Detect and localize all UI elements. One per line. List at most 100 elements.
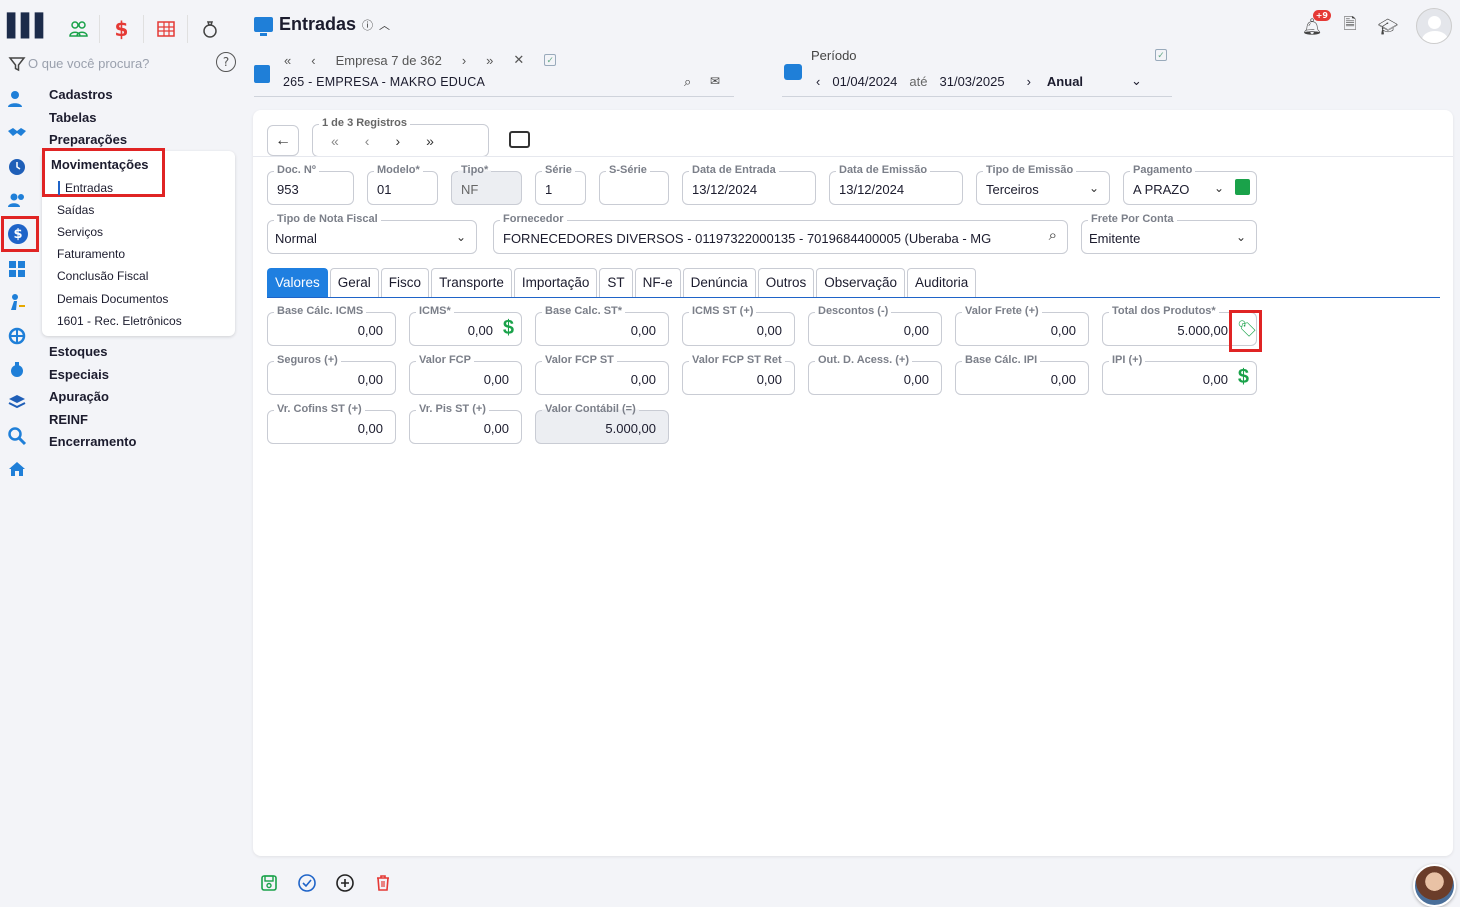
search-icon[interactable]: ⌕ [1049,227,1057,244]
submenu-entradas[interactable]: Entradas [58,181,113,195]
menu-encerramento[interactable]: Encerramento [49,431,136,454]
company-name[interactable]: 265 - EMPRESA - MAKRO EDUCA [283,75,485,89]
tab-transporte[interactable]: Transporte [431,268,512,297]
icms-field[interactable]: ICMS* 0,00 $ [409,305,522,346]
descontos-field[interactable]: Descontos (-) 0,00 [808,305,942,346]
base-calc-st-field[interactable]: Base Calc. ST* 0,00 [535,305,669,346]
menu-estoques[interactable]: Estoques [49,341,136,364]
data-emissao-field[interactable]: Data de Emissão 13/12/2024 [829,164,963,205]
dollar-icon[interactable]: $ [503,317,514,340]
tab-outros[interactable]: Outros [757,268,815,297]
data-entrada-field[interactable]: Data de Entrada 13/12/2024 [682,164,816,205]
bell-icon[interactable]: 🔔︎ +9 [1302,10,1331,36]
menu-movimentacoes[interactable]: Movimentações [51,157,149,172]
company-checkbox[interactable]: ✓ [544,54,557,66]
back-button[interactable]: ← [267,125,299,156]
ipi-field[interactable]: IPI (+) 0,00 $ [1102,354,1257,395]
icms-st-field[interactable]: ICMS ST (+) 0,00 [682,305,795,346]
next-company-icon[interactable]: › [462,53,466,68]
money-bag-icon[interactable] [5,357,29,381]
chevron-down-icon[interactable]: ⌄ [1131,73,1142,89]
next-period-icon[interactable]: › [1027,74,1031,89]
calculator-icon[interactable] [5,257,29,281]
menu-reinf[interactable]: REINF [49,409,136,432]
tab-observacao[interactable]: Observação [816,268,906,297]
search-icon[interactable]: ⌕ [684,74,691,90]
support-chat-avatar[interactable] [1413,864,1456,907]
frete-select[interactable]: Frete Por Conta Emitente ⌄ [1081,213,1257,254]
clock-icon[interactable] [5,155,29,179]
help-icon[interactable]: ? [216,52,236,72]
menu-tabelas[interactable]: Tabelas [49,107,127,130]
first-company-icon[interactable]: « [284,53,291,68]
tipo-emissao-select[interactable]: Tipo de Emissão Terceiros ⌄ [976,164,1110,205]
users-icon[interactable] [5,188,29,212]
prev-period-icon[interactable]: ‹ [816,74,820,89]
menu-apuracao[interactable]: Apuração [49,386,136,409]
last-company-icon[interactable]: » [486,53,493,68]
tab-auditoria[interactable]: Auditoria [907,268,977,297]
info-icon[interactable]: ⓘ [362,17,373,33]
submenu-conclusao-fiscal[interactable]: Conclusão Fiscal [57,269,148,283]
people-icon[interactable] [56,15,100,43]
menu-search[interactable]: O que você procura? ? [8,52,236,74]
period-start[interactable]: 01/04/2024 [832,74,897,89]
submenu-servicos[interactable]: Serviços [57,225,103,239]
price-tag-icon[interactable]: 🏷︎ [1236,318,1258,340]
base-calc-icms-field[interactable]: Base Cálc. ICMS 0,00 [267,305,396,346]
menu-especiais[interactable]: Especiais [49,364,136,387]
period-checkbox[interactable]: ✓ [1155,49,1167,61]
dollar-icon[interactable]: $ [100,15,144,43]
valor-fcp-field[interactable]: Valor FCP 0,00 [409,354,522,395]
serie-field[interactable]: Série 1 [535,164,586,205]
chevron-up-icon[interactable]: ︿ [379,17,390,33]
prev-record-icon[interactable]: ‹ [365,133,370,149]
base-calc-ipi-field[interactable]: Base Cálc. IPI 0,00 [955,354,1089,395]
menu-cadastros[interactable]: Cadastros [49,84,127,107]
spreadsheet-icon[interactable] [144,15,188,43]
doc-number-field[interactable]: Doc. Nº 953 [267,164,354,205]
valor-fcp-st-ret-field[interactable]: Valor FCP ST Ret 0,00 [682,354,795,395]
cofins-st-field[interactable]: Vr. Cofins ST (+) 0,00 [267,403,396,444]
next-record-icon[interactable]: › [395,133,400,149]
tab-nfe[interactable]: NF-e [634,268,681,297]
last-record-icon[interactable]: » [426,133,434,149]
prev-company-icon[interactable]: ‹ [311,53,315,68]
mail-icon[interactable]: ✉ [710,74,720,88]
tab-geral[interactable]: Geral [329,268,379,297]
graduation-cap-icon[interactable]: 🎓︎ [1378,16,1398,36]
tab-denuncia[interactable]: Denúncia [682,268,756,297]
search-module-icon[interactable] [5,424,29,448]
handshake-icon[interactable] [5,120,29,144]
home-icon[interactable] [5,457,29,481]
dollar-icon[interactable]: $ [1238,366,1249,389]
calculator-icon[interactable] [1235,179,1250,195]
search-input[interactable]: O que você procura? [28,56,149,71]
confirm-icon[interactable] [296,872,318,894]
close-icon[interactable]: ✕ [513,52,524,68]
network-icon[interactable] [5,324,29,348]
period-mode[interactable]: Anual [1047,74,1083,89]
layers-icon[interactable] [5,390,29,414]
tab-importacao[interactable]: Importação [513,268,598,297]
submenu-rec-eletronicos[interactable]: 1601 - Rec. Eletrônicos [57,314,182,328]
valor-frete-field[interactable]: Valor Frete (+) 0,00 [955,305,1089,346]
first-record-icon[interactable]: « [331,133,339,149]
user-avatar[interactable] [1416,8,1452,44]
valor-fcp-st-field[interactable]: Valor FCP ST 0,00 [535,354,669,395]
report-search-icon[interactable]: 🗎 [1340,14,1360,36]
fornecedor-field[interactable]: Fornecedor FORNECEDORES DIVERSOS - 011973… [493,213,1068,254]
pis-st-field[interactable]: Vr. Pis ST (+) 0,00 [409,403,522,444]
submenu-faturamento[interactable]: Faturamento [57,247,125,261]
out-desp-acess-field[interactable]: Out. D. Acess. (+) 0,00 [808,354,942,395]
s-serie-field[interactable]: S-Série [599,164,669,205]
seguros-field[interactable]: Seguros (+) 0,00 [267,354,396,395]
tab-st[interactable]: ST [599,268,633,297]
tab-valores[interactable]: Valores [267,268,328,297]
submenu-saidas[interactable]: Saídas [57,203,94,217]
add-icon[interactable] [334,872,356,894]
modelo-field[interactable]: Modelo* 01 [367,164,438,205]
save-icon[interactable] [258,872,280,894]
trash-icon[interactable] [372,872,394,894]
period-end[interactable]: 31/03/2025 [940,74,1005,89]
